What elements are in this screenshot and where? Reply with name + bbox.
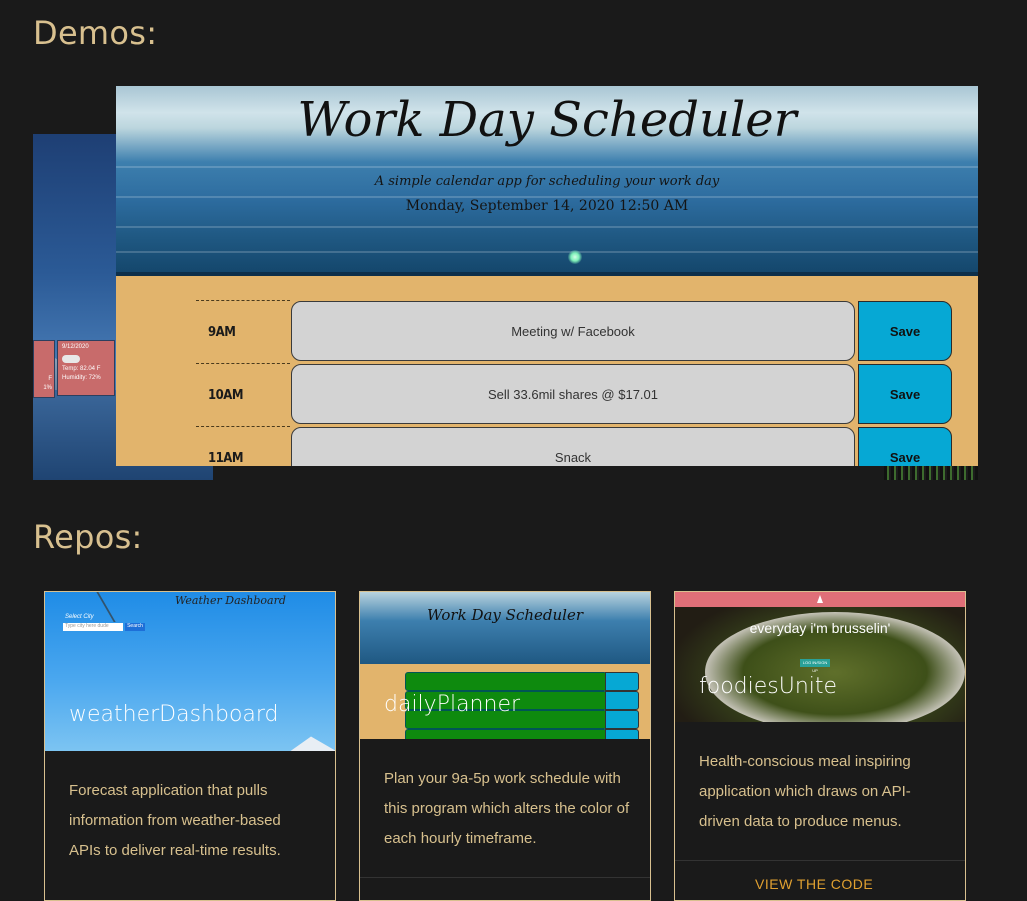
repo-card-foodiesunite[interactable]: everyday i'm brusselin' LOG IN/SIGN UP f… <box>674 591 966 901</box>
time-row: 9AM Meeting w/ Facebook Save <box>116 300 978 363</box>
repo-description: Health-conscious meal inspiring applicat… <box>699 753 911 830</box>
event-textarea[interactable]: Sell 33.6mil shares @ $17.01 <box>291 364 855 424</box>
thumb-save <box>605 691 639 710</box>
demos-heading: Demos: <box>33 14 158 52</box>
repo-description: Plan your 9a-5p work schedule with this … <box>384 770 630 847</box>
forecast-humidity: Humidity: 72% <box>62 375 101 381</box>
repo-card-dailyplanner[interactable]: Work Day Scheduler dailyPlanner Plan you… <box>359 591 651 901</box>
demo-slide-scheduler[interactable]: Work Day Scheduler A simple calendar app… <box>116 86 978 466</box>
event-textarea[interactable]: Meeting w/ Facebook <box>291 301 855 361</box>
card-divider <box>360 877 650 878</box>
event-textarea[interactable]: Snack <box>291 427 855 466</box>
thumb-label: Select City <box>65 614 94 620</box>
hero-divider <box>116 272 978 276</box>
time-row: 11AM Snack Save <box>116 426 978 466</box>
thumb-save <box>605 729 639 739</box>
forecast-temp: Temp: 82.04 F <box>62 366 101 372</box>
card-divider <box>675 860 965 861</box>
repo-name: dailyPlanner <box>384 692 521 717</box>
forecast-card-partial-humidity: 1% <box>43 385 52 391</box>
forecast-card-partial-temp: F <box>48 376 52 382</box>
repo-name: foodiesUnite <box>699 674 838 699</box>
repo-card-weatherdashboard[interactable]: Weather Dashboard Select City Type city … <box>44 591 336 901</box>
repo-thumbnail[interactable]: Weather Dashboard Select City Type city … <box>45 592 335 751</box>
thumb-row <box>405 729 607 739</box>
thumb-save <box>605 710 639 729</box>
view-code-link[interactable]: VIEW THE CODE <box>755 876 873 892</box>
thumb-search-button: Search <box>125 623 145 631</box>
forecast-card: 9/12/2020 Temp: 82.04 F Humidity: 72% <box>57 340 115 396</box>
thumb-hero <box>360 592 650 664</box>
film-strip-icon <box>884 466 978 480</box>
repo-description: Forecast application that pulls informat… <box>69 782 281 859</box>
repo-thumbnail[interactable]: everyday i'm brusselin' LOG IN/SIGN UP f… <box>675 592 965 722</box>
hour-label: 11AM <box>208 451 243 466</box>
scheduler-subtitle: A simple calendar app for scheduling you… <box>374 174 720 189</box>
repos-heading: Repos: <box>33 518 143 556</box>
hour-label: 10AM <box>208 388 243 403</box>
scheduler-hero: Work Day Scheduler A simple calendar app… <box>116 86 978 276</box>
mountain-image <box>275 736 335 751</box>
thumb-tagline: everyday i'm brusselin' <box>749 620 891 636</box>
thumb-row <box>405 672 607 691</box>
repo-thumbnail[interactable]: Work Day Scheduler dailyPlanner <box>360 592 650 739</box>
thumb-search-input: Type city here dude <box>63 623 123 631</box>
glow-icon <box>568 250 582 264</box>
scheduler-title: Work Day Scheduler <box>297 92 797 148</box>
scheduler-date: Monday, September 14, 2020 12:50 AM <box>405 198 689 214</box>
thumb-login-pill: LOG IN/SIGN UP <box>800 659 830 673</box>
cloud-icon <box>62 355 80 363</box>
thumb-save <box>605 672 639 691</box>
forecast-date: 9/12/2020 <box>62 344 89 350</box>
hour-label: 9AM <box>208 325 236 340</box>
row-divider <box>196 300 290 301</box>
save-button[interactable]: Save <box>858 301 952 361</box>
forecast-card-partial: F 1% <box>33 340 55 398</box>
save-button[interactable]: Save <box>858 427 952 466</box>
row-divider <box>196 363 290 364</box>
thumb-title: Work Day Scheduler <box>427 606 583 624</box>
time-row: 10AM Sell 33.6mil shares @ $17.01 Save <box>116 363 978 426</box>
save-button[interactable]: Save <box>858 364 952 424</box>
row-divider <box>196 426 290 427</box>
repo-name: weatherDashboard <box>69 702 279 727</box>
thumb-title: Weather Dashboard <box>175 594 286 607</box>
